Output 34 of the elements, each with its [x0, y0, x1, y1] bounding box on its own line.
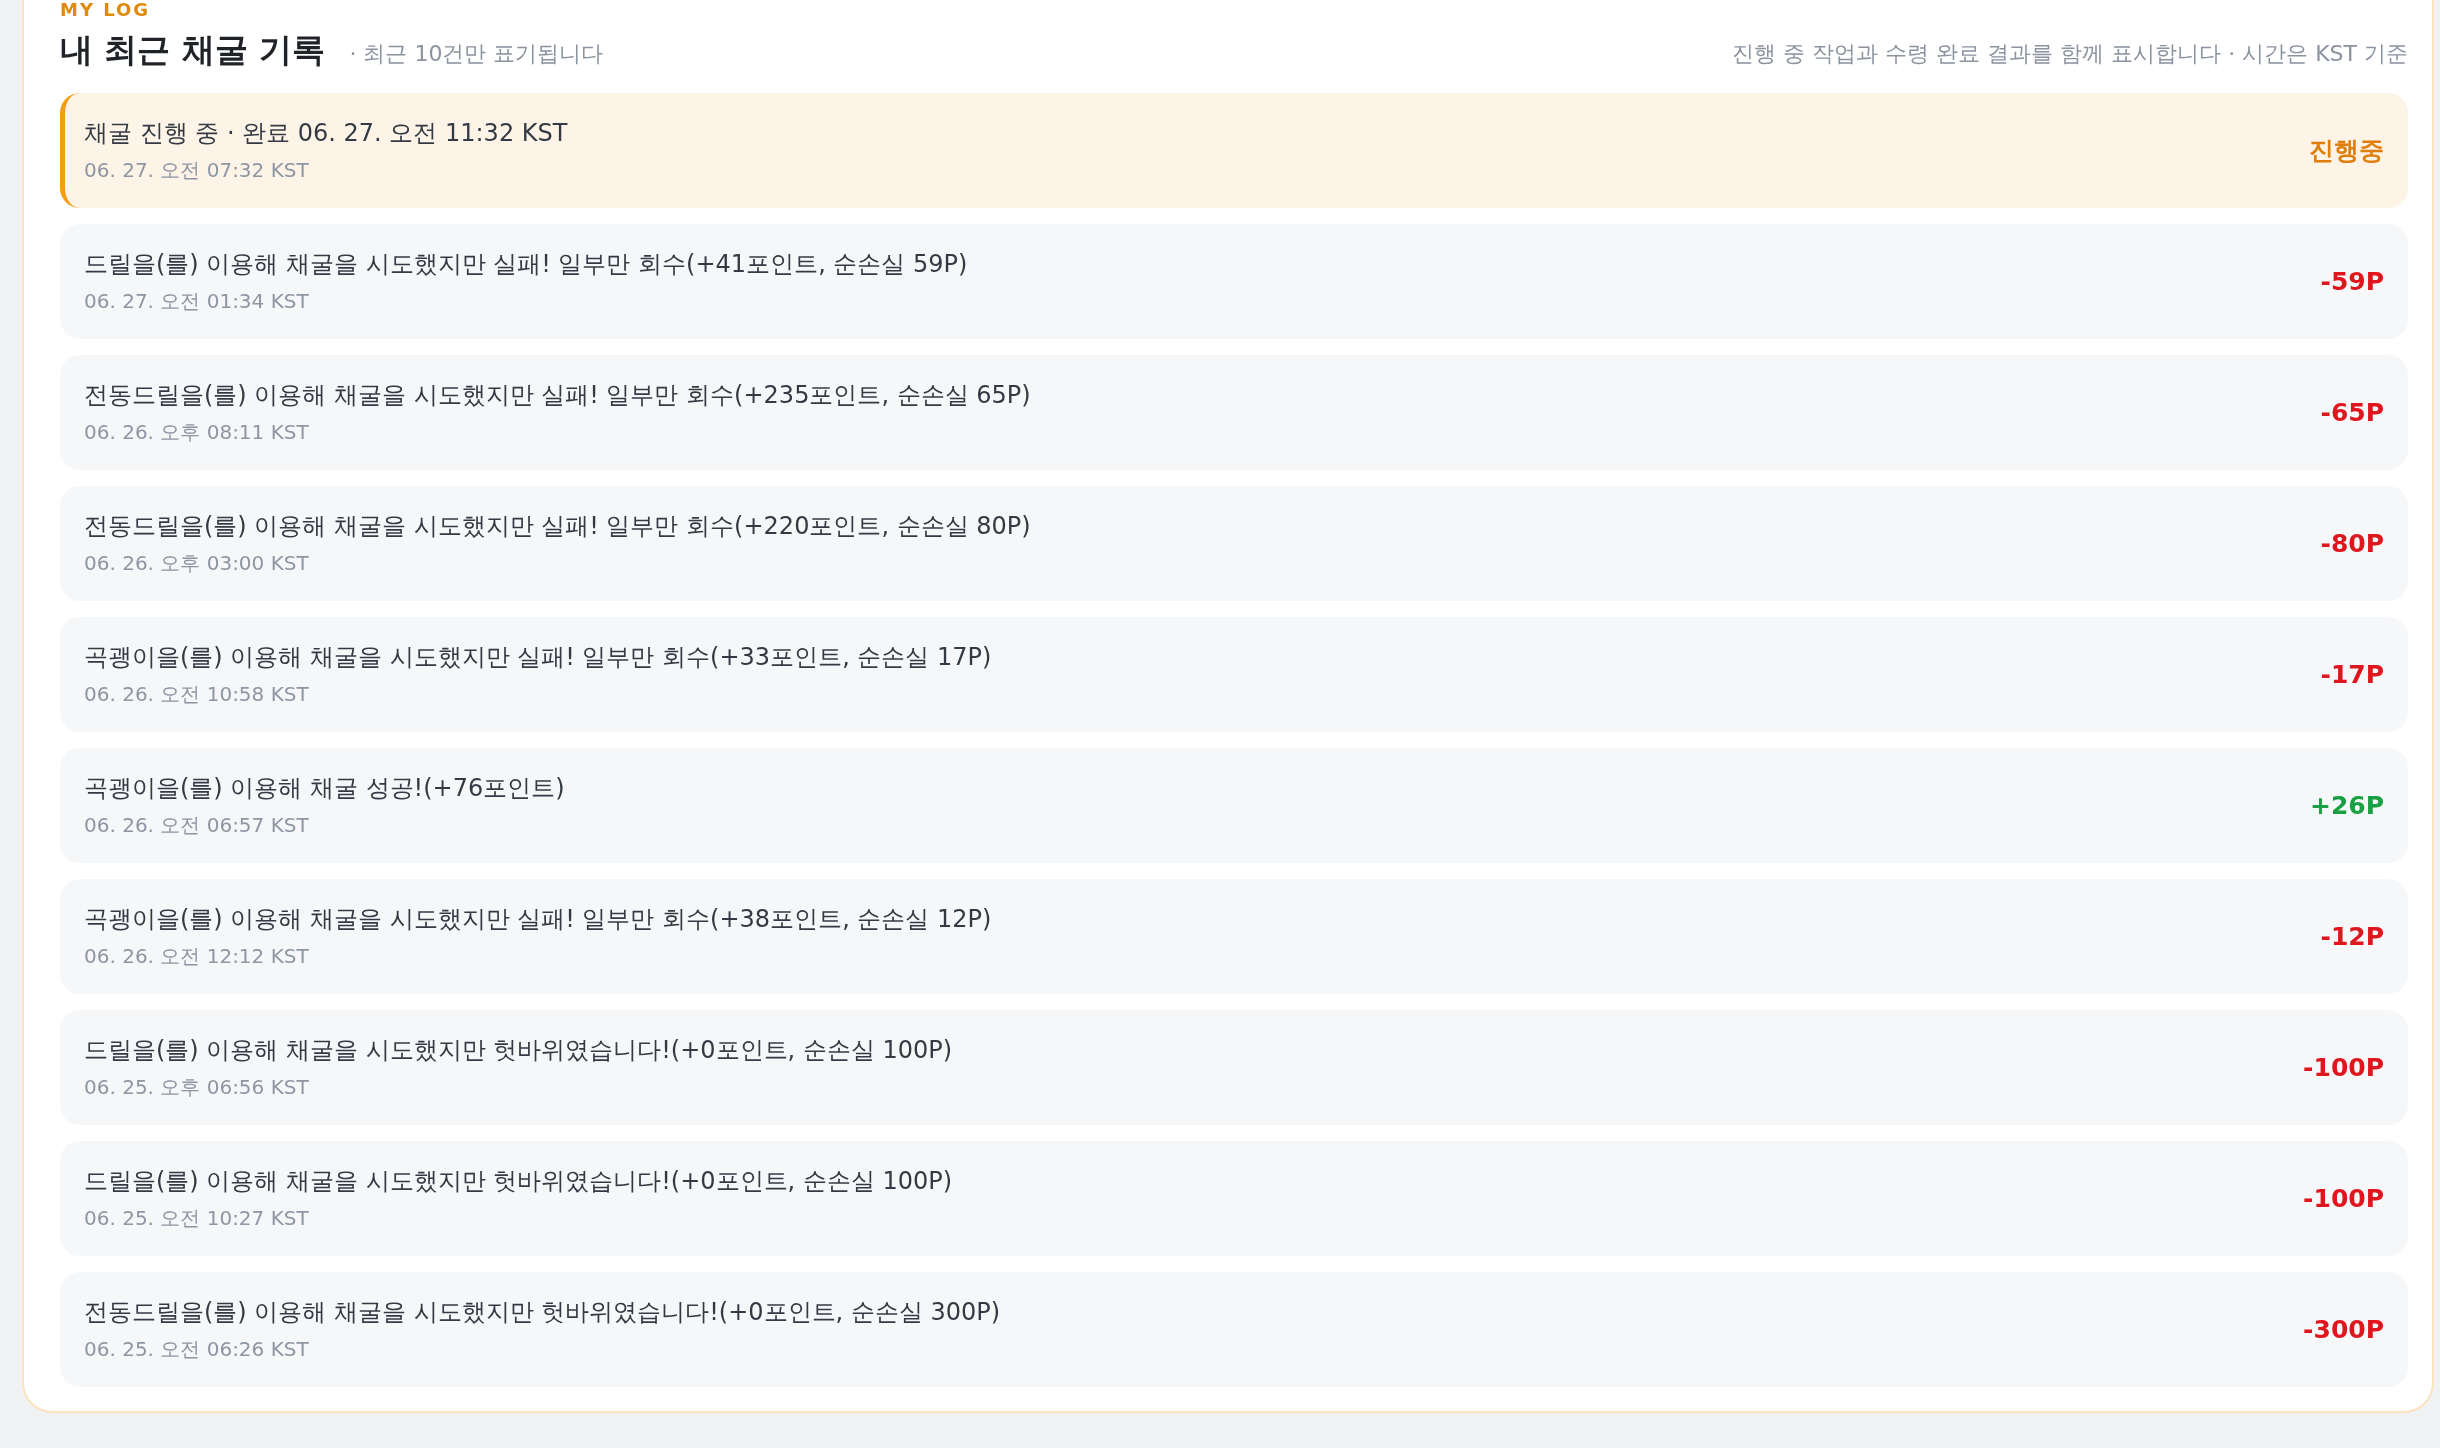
- log-time: 06. 25. 오전 06:26 KST: [84, 1336, 310, 1363]
- log-time: 06. 26. 오전 12:12 KST: [84, 943, 310, 970]
- point-change: +26P: [2309, 791, 2384, 820]
- subtitle: · 최근 10건만 표기됩니다: [349, 40, 604, 68]
- log-time: 06. 25. 오후 06:56 KST: [84, 1074, 310, 1101]
- log-message: 전동드릴을(를) 이용해 채굴을 시도했지만 헛바위였습니다!(+0포인트, 순손실 300P): [84, 1297, 1001, 1328]
- log-message: 드릴을(를) 이용해 채굴을 시도했지만 헛바위였습니다!(+0포인트, 순손실 100P): [84, 1035, 953, 1066]
- log-time: 06. 26. 오전 10:58 KST: [84, 681, 310, 708]
- point-change: -100P: [2303, 1184, 2384, 1213]
- point-change: -100P: [2303, 1053, 2384, 1082]
- point-change: -65P: [2320, 398, 2384, 427]
- note-text: 진행 중 작업과 수령 완료 결과를 함께 표시합니다 · 시간은 KST 기준: [1732, 40, 2408, 68]
- log-message: 곡괭이을(를) 이용해 채굴 성공!(+76포인트): [84, 773, 565, 804]
- point-change: -80P: [2320, 529, 2384, 558]
- log-time: 06. 25. 오전 10:27 KST: [84, 1205, 310, 1232]
- log-message: 곡괭이을(를) 이용해 채굴을 시도했지만 실패! 일부만 회수(+33포인트, 순손실 17P): [84, 642, 992, 673]
- log-time: 06. 27. 오전 07:32 KST: [84, 157, 310, 184]
- log-message: 전동드릴을(를) 이용해 채굴을 시도했지만 실패! 일부만 회수(+235포인트, 순손실 65P): [84, 380, 1031, 411]
- point-change: -300P: [2303, 1315, 2384, 1344]
- log-message: 드릴을(를) 이용해 채굴을 시도했지만 실패! 일부만 회수(+41포인트, 순손실 59P): [84, 249, 968, 280]
- log-time: 06. 26. 오전 06:57 KST: [84, 812, 310, 839]
- log-time: 06. 27. 오전 01:34 KST: [84, 288, 310, 315]
- log-message: 채굴 진행 중 · 완료 06. 27. 오전 11:32 KST: [84, 118, 568, 149]
- log-message: 드릴을(를) 이용해 채굴을 시도했지만 헛바위였습니다!(+0포인트, 순손실 100P): [84, 1166, 953, 1197]
- point-change: -17P: [2320, 660, 2384, 689]
- section-title: 내 최근 채굴 기록: [60, 29, 326, 71]
- status-text: 진행중: [2309, 135, 2384, 167]
- log-time: 06. 26. 오후 03:00 KST: [84, 550, 310, 577]
- point-change: -12P: [2320, 922, 2384, 951]
- section-label: MY LOG: [60, 0, 152, 20]
- log-time: 06. 26. 오후 08:11 KST: [84, 419, 310, 446]
- log-message: 전동드릴을(를) 이용해 채굴을 시도했지만 실패! 일부만 회수(+220포인트, 순손실 80P): [84, 511, 1031, 542]
- point-change: -59P: [2320, 267, 2384, 296]
- log-message: 곡괭이을(를) 이용해 채굴을 시도했지만 실패! 일부만 회수(+38포인트, 순손실 12P): [84, 904, 992, 935]
